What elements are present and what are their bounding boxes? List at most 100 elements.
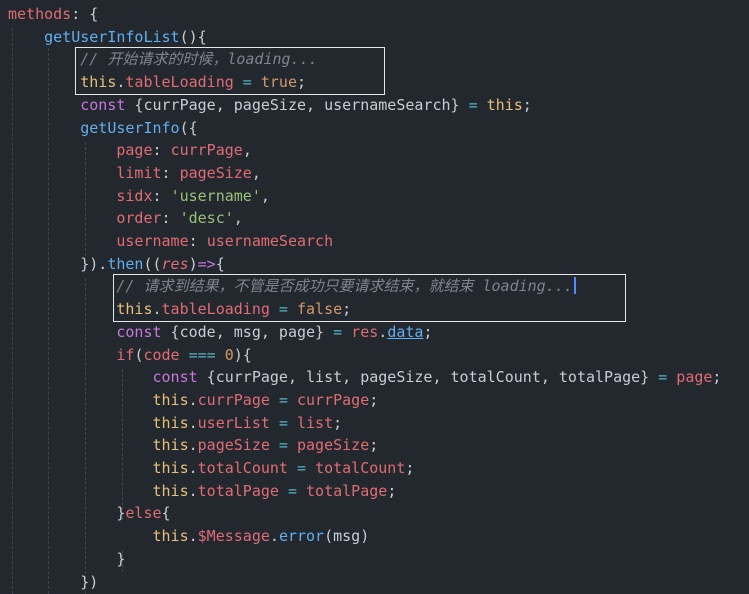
code-token: msg bbox=[333, 527, 361, 546]
code-token: page bbox=[116, 141, 153, 160]
code-token: pageSize bbox=[297, 436, 370, 455]
code-token: = bbox=[278, 481, 307, 500]
code-token: currPage bbox=[197, 390, 270, 409]
code-editor[interactable]: methods: { getUserInfoList(){ // 开始请求的时候… bbox=[0, 0, 749, 594]
code-token: {currPage, pageSize, usernameSearch} bbox=[125, 95, 469, 114]
code-line[interactable]: this.pageSize = pageSize; bbox=[8, 434, 379, 456]
code-token: totalPage bbox=[306, 481, 388, 500]
code-line[interactable]: page: currPage, bbox=[8, 139, 251, 161]
code-token: . bbox=[378, 322, 388, 341]
code-line[interactable]: getUserInfo({ bbox=[8, 117, 197, 139]
code-token: const bbox=[152, 368, 198, 387]
code-token: totalCount bbox=[197, 459, 288, 477]
code-token: res bbox=[351, 322, 379, 341]
code-token: userList bbox=[197, 413, 270, 432]
code-token: order bbox=[116, 209, 162, 228]
code-line[interactable]: }) bbox=[8, 571, 98, 593]
code-token: const bbox=[116, 322, 162, 341]
code-line[interactable]: limit: pageSize, bbox=[8, 162, 261, 184]
code-token: }). bbox=[80, 254, 108, 273]
code-line[interactable]: sidx: 'username', bbox=[8, 185, 270, 207]
code-token: = bbox=[287, 459, 316, 477]
code-token: $Message bbox=[197, 527, 270, 546]
code-token: getUserInfoList bbox=[44, 27, 180, 46]
code-token: totalPage bbox=[197, 481, 279, 500]
code-token: if bbox=[116, 345, 135, 364]
code-token: pageSize bbox=[197, 436, 270, 455]
code-token: (){ bbox=[179, 27, 207, 46]
code-token: ){ bbox=[233, 345, 252, 364]
code-line[interactable]: const {currPage, list, pageSize, totalCo… bbox=[8, 366, 722, 388]
code-line[interactable]: getUserInfoList(){ bbox=[8, 26, 207, 48]
code-token: = bbox=[269, 436, 297, 455]
code-line[interactable]: } bbox=[8, 548, 125, 570]
code-line[interactable]: this.currPage = currPage; bbox=[8, 389, 379, 411]
code-token: . bbox=[188, 481, 198, 500]
code-token: data bbox=[387, 322, 424, 341]
code-token: ; bbox=[333, 413, 343, 432]
code-token: then bbox=[107, 254, 144, 273]
code-token: { bbox=[215, 254, 225, 273]
code-token: const bbox=[80, 95, 126, 114]
code-line[interactable]: this.$Message.error(msg) bbox=[8, 525, 370, 547]
code-line[interactable]: const {currPage, pageSize, usernameSearc… bbox=[8, 94, 532, 116]
code-line[interactable]: this.userList = list; bbox=[8, 412, 343, 434]
code-line[interactable]: const {code, msg, page} = res.data; bbox=[8, 321, 432, 343]
code-token: 'desc' bbox=[179, 209, 234, 228]
code-token: , bbox=[260, 186, 270, 205]
code-line[interactable]: order: 'desc', bbox=[8, 207, 243, 229]
code-line[interactable]: this.totalCount = totalCount; bbox=[8, 457, 415, 479]
code-token: ; bbox=[712, 368, 722, 387]
code-line[interactable]: }else{ bbox=[8, 502, 171, 524]
code-token: = bbox=[658, 368, 668, 387]
code-line[interactable]: if(code === 0){ bbox=[8, 344, 252, 366]
code-token: . bbox=[269, 527, 279, 546]
code-token: this bbox=[486, 95, 523, 114]
code-token: { bbox=[161, 504, 171, 523]
code-token: ; bbox=[423, 322, 433, 341]
code-token: ; bbox=[522, 95, 532, 114]
code-token: . bbox=[188, 527, 198, 546]
code-token: getUserInfo bbox=[80, 118, 180, 137]
code-token: list bbox=[297, 413, 334, 432]
code-token: this bbox=[152, 527, 189, 546]
code-token: ) bbox=[188, 254, 198, 273]
code-token: this bbox=[152, 390, 189, 409]
code-token: code bbox=[143, 345, 180, 364]
code-line[interactable]: methods: { bbox=[8, 3, 98, 25]
code-token: pageSize bbox=[179, 163, 252, 182]
code-line[interactable]: username: usernameSearch bbox=[8, 230, 333, 252]
highlight-box bbox=[75, 47, 385, 95]
code-token: usernameSearch bbox=[206, 232, 334, 250]
code-token: this bbox=[152, 436, 189, 455]
code-token: => bbox=[197, 254, 216, 273]
code-line[interactable]: this.totalPage = totalPage; bbox=[8, 480, 397, 502]
code-token: limit bbox=[116, 163, 162, 182]
code-token: , bbox=[233, 209, 243, 228]
code-token: ( bbox=[324, 527, 334, 546]
code-token: . bbox=[188, 413, 198, 432]
code-token: else bbox=[125, 504, 162, 523]
code-line[interactable]: }).then((res)=>{ bbox=[8, 253, 225, 275]
code-token: . bbox=[188, 390, 198, 409]
code-token: 'username' bbox=[170, 186, 261, 205]
